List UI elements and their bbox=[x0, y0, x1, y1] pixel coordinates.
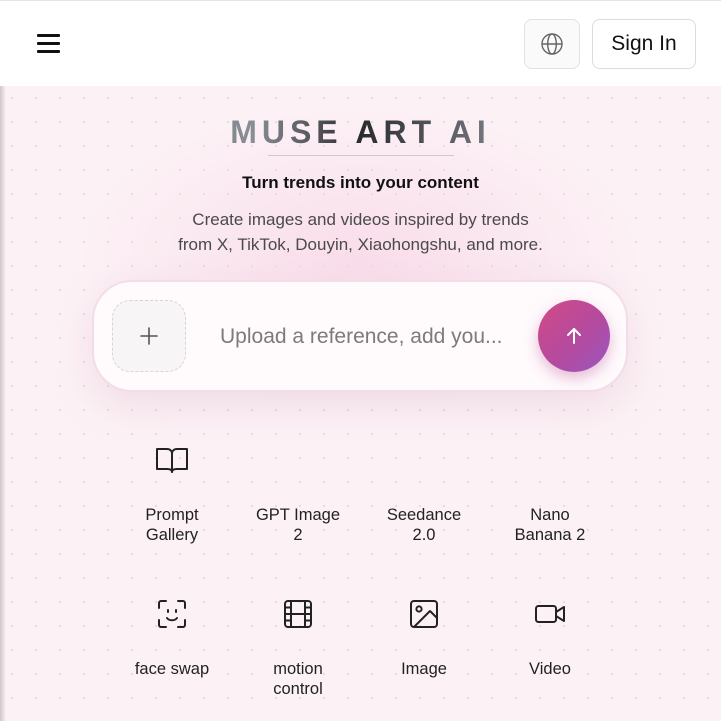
tool-label-line1: Prompt bbox=[145, 506, 199, 524]
globe-icon bbox=[541, 33, 563, 55]
tool-image[interactable]: Image bbox=[361, 584, 487, 721]
tool-label-line1: Nano bbox=[530, 506, 570, 524]
description-line-2: from X, TikTok, Douyin, Xiaohongshu, and… bbox=[178, 235, 543, 254]
tool-icon-placeholder bbox=[278, 430, 318, 490]
image-icon bbox=[410, 600, 438, 628]
tool-label-line1: Video bbox=[529, 660, 571, 678]
tool-gpt-image-2[interactable]: GPT Image 2 bbox=[235, 430, 361, 580]
language-button[interactable] bbox=[524, 19, 580, 69]
tool-face-swap[interactable]: face swap bbox=[109, 584, 235, 721]
tool-label-line2: 2 bbox=[293, 525, 303, 544]
brand-underline bbox=[268, 155, 454, 156]
video-camera-icon bbox=[535, 605, 565, 623]
tool-icon-placeholder bbox=[530, 430, 570, 490]
tool-label-line2: Banana 2 bbox=[514, 525, 586, 544]
tagline: Turn trends into your content bbox=[242, 173, 479, 192]
tool-label-line2: Gallery bbox=[145, 525, 199, 544]
tool-label-line1: motion bbox=[273, 660, 323, 678]
tool-prompt-gallery[interactable]: Prompt Gallery bbox=[109, 430, 235, 580]
tool-seedance-2[interactable]: Seedance 2.0 bbox=[361, 430, 487, 580]
tool-label-line1: face swap bbox=[134, 660, 210, 678]
tool-motion-control[interactable]: motion control bbox=[235, 584, 361, 721]
film-icon bbox=[284, 600, 312, 628]
book-open-icon bbox=[156, 448, 188, 473]
description: Create images and videos inspired by tre… bbox=[0, 207, 721, 257]
tool-label-line2: 2.0 bbox=[412, 525, 436, 544]
face-scan-icon bbox=[158, 600, 186, 628]
plus-icon bbox=[140, 327, 158, 345]
tool-label-line1: Image bbox=[401, 660, 447, 678]
tool-video[interactable]: Video bbox=[487, 584, 613, 721]
arrow-up-icon bbox=[567, 328, 581, 344]
tool-icon-placeholder bbox=[404, 430, 444, 490]
send-button[interactable] bbox=[538, 300, 610, 372]
tool-label-line1: GPT Image bbox=[255, 506, 341, 524]
prompt-box bbox=[92, 280, 628, 392]
brand-title: MUSE ART AI bbox=[0, 114, 721, 151]
tool-label-line2: control bbox=[273, 679, 323, 698]
sign-in-button[interactable]: Sign In bbox=[592, 19, 696, 69]
top-header: Sign In bbox=[0, 0, 721, 86]
add-reference-button[interactable] bbox=[112, 300, 186, 372]
hamburger-menu-icon[interactable] bbox=[30, 27, 66, 61]
prompt-input[interactable] bbox=[220, 322, 520, 352]
tool-nano-banana-2[interactable]: Nano Banana 2 bbox=[487, 430, 613, 580]
tool-label-line1: Seedance bbox=[386, 506, 462, 524]
description-line-1: Create images and videos inspired by tre… bbox=[192, 210, 529, 229]
